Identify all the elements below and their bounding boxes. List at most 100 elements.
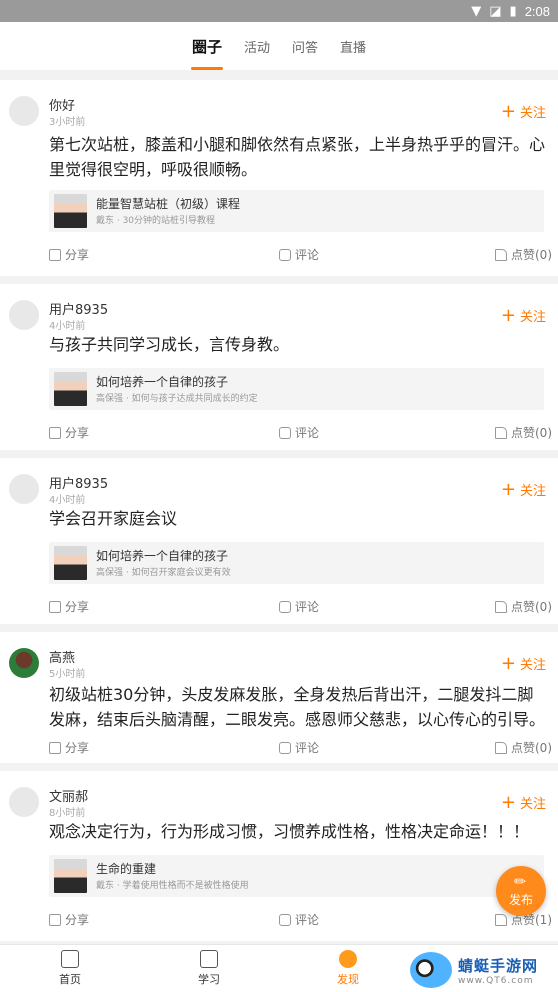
comment-button[interactable]: 评论: [279, 424, 319, 441]
share-icon: [49, 248, 61, 261]
like-button[interactable]: 点赞(0): [495, 598, 552, 615]
comment-button[interactable]: 评论: [279, 598, 319, 615]
pen-icon: ✎: [511, 871, 531, 892]
like-button[interactable]: 点赞(0): [495, 739, 552, 756]
tab-circle[interactable]: 圈子: [190, 22, 223, 70]
post-username[interactable]: 文丽郝: [49, 786, 88, 805]
comment-button[interactable]: 评论: [279, 739, 319, 756]
nav-study[interactable]: 学习: [179, 950, 239, 987]
chat-bubble-icon: [339, 950, 357, 968]
plus-icon: +: [500, 478, 516, 500]
course-card[interactable]: 如何培养一个自律的孩子 高保强 · 如何与孩子达成共同成长的约定: [49, 368, 544, 410]
share-label: 分享: [65, 426, 90, 440]
post-item: 用户8935 4小时前 + 关注 与孩子共同学习成长，言传身教。 如何培养一个自…: [0, 284, 558, 450]
tab-live[interactable]: 直播: [340, 22, 366, 70]
course-thumbnail: [54, 372, 87, 406]
like-button[interactable]: 点赞(0): [495, 246, 552, 263]
status-time: 2:08: [524, 3, 550, 19]
post-actions: 分享 评论 点赞(0): [49, 739, 552, 759]
publish-button[interactable]: ✎ 发布: [496, 866, 546, 916]
nav-discover[interactable]: 发现: [318, 950, 378, 987]
follow-button[interactable]: + 关注: [501, 306, 546, 325]
share-label: 分享: [65, 600, 90, 614]
post-username[interactable]: 用户8935: [49, 473, 108, 492]
post-text: 观念决定行为，行为形成习惯，习惯养成性格，性格决定命运！！！: [49, 822, 530, 841]
post-text: 学会召开家庭会议: [49, 509, 178, 528]
share-icon: [49, 741, 61, 754]
comment-button[interactable]: 评论: [279, 911, 319, 928]
avatar[interactable]: [9, 787, 39, 817]
thumbs-up-icon: [495, 741, 507, 754]
post-time: 8小时前: [49, 808, 86, 819]
post-text: 与孩子共同学习成长，言传身教。: [49, 335, 290, 354]
comment-icon: [279, 913, 291, 926]
course-card[interactable]: 能量智慧站桩（初级）课程 戴东 · 30分钟的站桩引导教程: [49, 190, 544, 232]
post-text: 初级站桩30分钟，头皮发麻发胀，全身发热后背出汗，二腿发抖二脚发麻，结束后头脑清…: [49, 685, 546, 729]
post-time: 3小时前: [49, 117, 86, 128]
post-username[interactable]: 用户8935: [49, 299, 108, 318]
course-subtitle: 戴东 · 30分钟的站桩引导教程: [96, 216, 216, 226]
plus-icon: +: [500, 304, 516, 326]
course-card[interactable]: 生命的重建 戴东 · 学着使用性格而不是被性格使用: [49, 855, 544, 897]
post-username[interactable]: 你好: [49, 95, 75, 114]
share-button[interactable]: 分享: [49, 598, 89, 615]
follow-button[interactable]: + 关注: [501, 793, 546, 812]
wifi-icon: ▼: [471, 3, 482, 19]
post-time: 4小时前: [49, 321, 86, 332]
course-title: 能量智慧站桩（初级）课程: [96, 197, 241, 211]
post-actions: 分享 评论 点赞(0): [49, 246, 552, 266]
tab-qa[interactable]: 问答: [292, 22, 318, 70]
nav-study-label: 学习: [198, 973, 220, 986]
share-button[interactable]: 分享: [49, 246, 89, 263]
post-time: 4小时前: [49, 495, 86, 506]
share-button[interactable]: 分享: [49, 739, 89, 756]
comment-label: 评论: [295, 741, 320, 755]
comment-icon: [279, 248, 291, 261]
publish-label: 发布: [508, 892, 533, 907]
follow-button[interactable]: + 关注: [501, 102, 546, 121]
thumbs-up-icon: [495, 248, 507, 261]
avatar[interactable]: [9, 474, 39, 504]
nav-home[interactable]: 首页: [40, 950, 100, 987]
share-label: 分享: [65, 248, 90, 262]
share-button[interactable]: 分享: [49, 911, 89, 928]
battery-icon: ▮: [509, 3, 517, 19]
thumbs-up-icon: [495, 426, 507, 439]
course-thumbnail: [54, 859, 87, 893]
comment-button[interactable]: 评论: [279, 246, 319, 263]
share-label: 分享: [65, 913, 90, 927]
comment-icon: [279, 741, 291, 754]
nav-discover-label: 发现: [337, 973, 359, 986]
plus-icon: +: [500, 791, 516, 813]
course-title: 生命的重建: [96, 862, 157, 876]
top-tab-bar: 圈子 活动 问答 直播: [0, 22, 558, 70]
comment-icon: [279, 426, 291, 439]
like-label: 点赞(0): [511, 248, 552, 262]
post-actions: 分享 评论 点赞(1): [49, 911, 552, 931]
share-button[interactable]: 分享: [49, 424, 89, 441]
follow-button[interactable]: + 关注: [501, 654, 546, 673]
comment-icon: [279, 600, 291, 613]
follow-button[interactable]: + 关注: [501, 480, 546, 499]
comment-label: 评论: [295, 913, 320, 927]
tab-activity[interactable]: 活动: [244, 22, 270, 70]
status-bar: ▼ ◪ ▮ 2:08: [0, 0, 558, 22]
thumbs-up-icon: [495, 600, 507, 613]
like-button[interactable]: 点赞(0): [495, 424, 552, 441]
course-card[interactable]: 如何培养一个自律的孩子 高保强 · 如何召开家庭会议更有效: [49, 542, 544, 584]
follow-label: 关注: [519, 106, 546, 121]
post-feed: 你好 3小时前 + 关注 第七次站桩，膝盖和小腿和脚依然有点紧张，上半身热乎乎的…: [0, 80, 558, 949]
post-actions: 分享 评论 点赞(0): [49, 598, 552, 618]
home-icon: [61, 950, 79, 968]
like-label: 点赞(0): [511, 426, 552, 440]
share-icon: [49, 913, 61, 926]
nav-home-label: 首页: [59, 973, 81, 986]
course-thumbnail: [54, 546, 87, 580]
course-thumbnail: [54, 194, 87, 228]
avatar[interactable]: [9, 300, 39, 330]
like-label: 点赞(0): [511, 741, 552, 755]
avatar[interactable]: [9, 96, 39, 126]
avatar[interactable]: [9, 648, 39, 678]
post-username[interactable]: 高燕: [49, 647, 75, 666]
dragonfly-logo: [410, 952, 452, 988]
